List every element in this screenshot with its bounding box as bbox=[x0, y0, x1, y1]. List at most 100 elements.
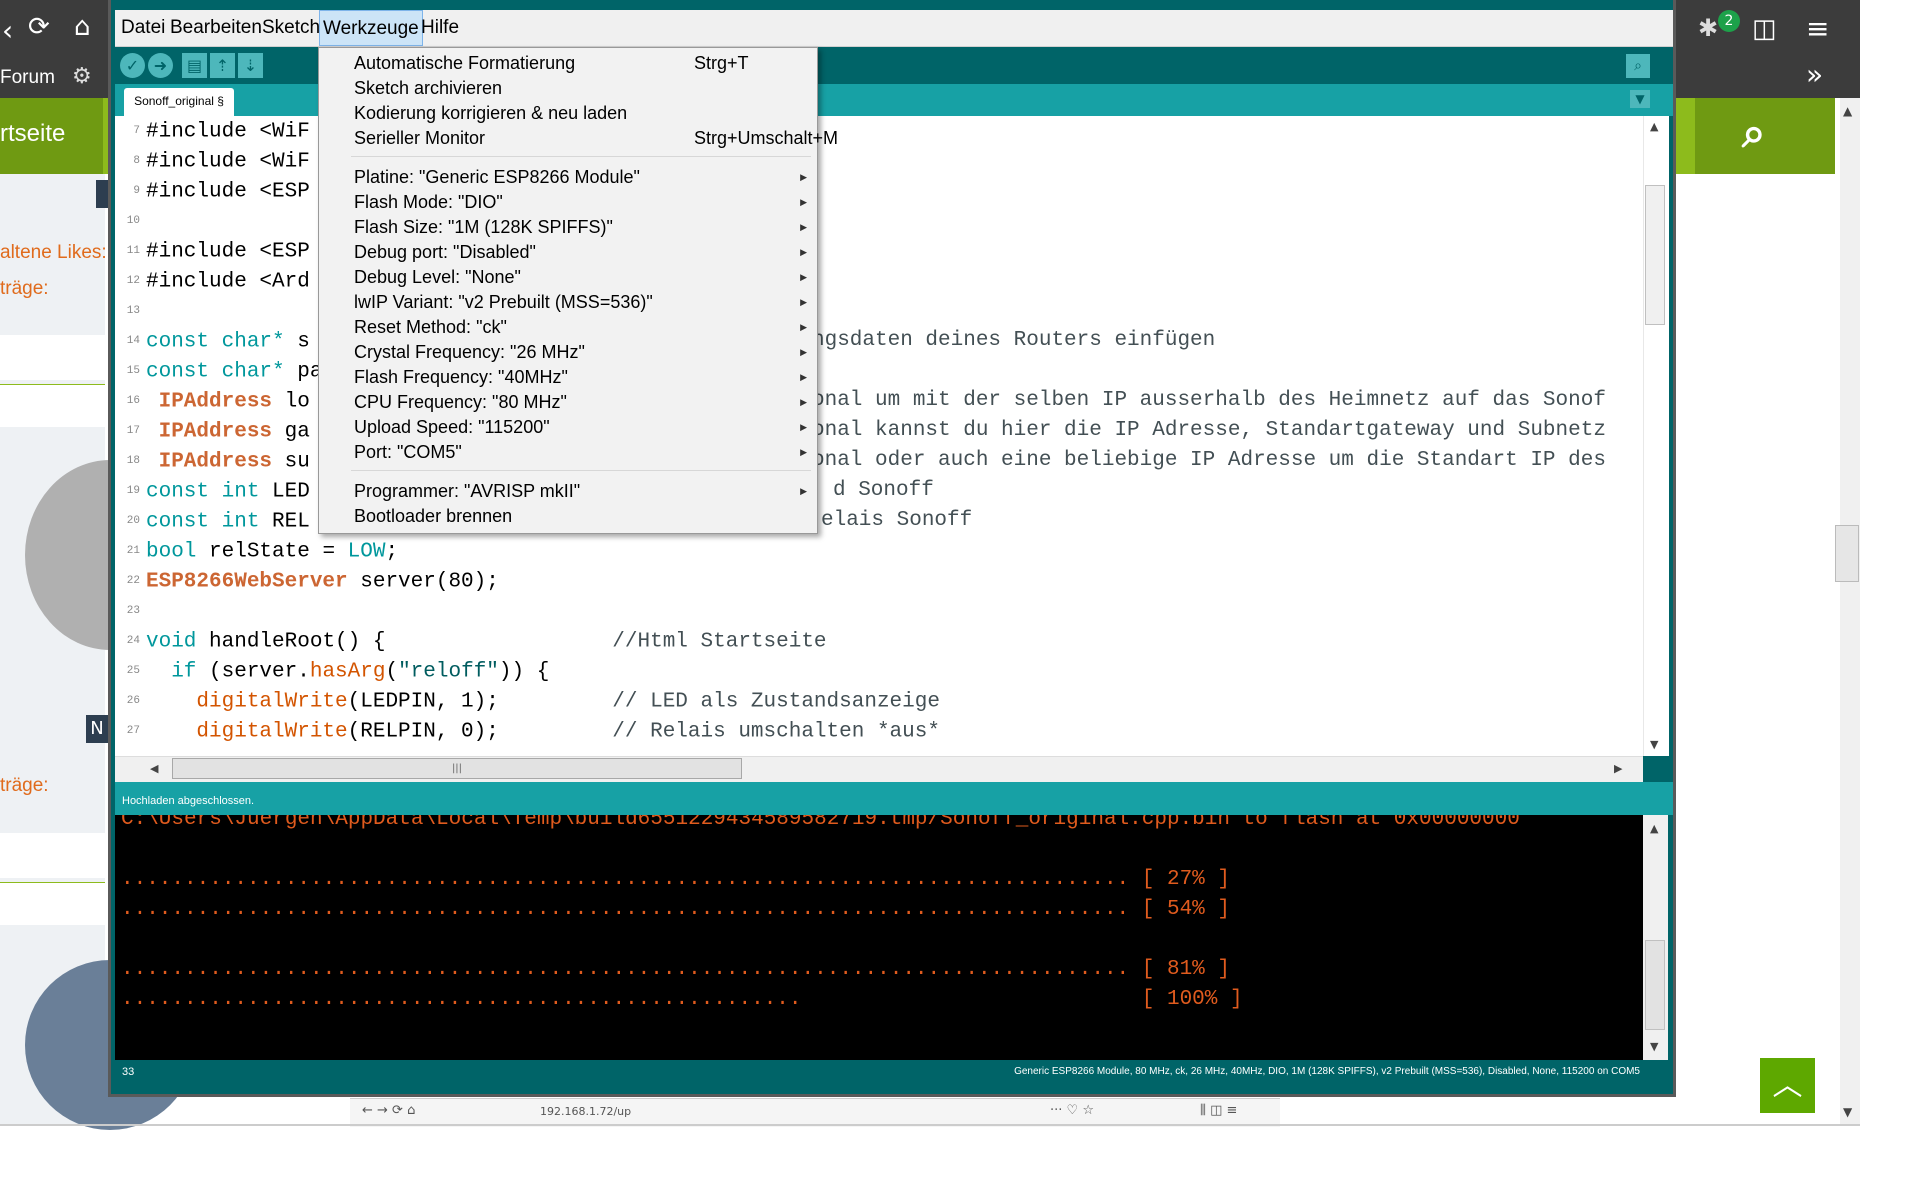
menu-werkzeuge[interactable]: Werkzeuge bbox=[319, 10, 423, 46]
menu-separator bbox=[351, 156, 811, 157]
open-file-icon[interactable]: ⇡ bbox=[210, 53, 235, 78]
code-line: 9 #include <ESP bbox=[133, 180, 310, 204]
embedded-menu-icon: ⫼ ◫ ≡ bbox=[1200, 1103, 1238, 1118]
console-scroll-down-icon[interactable]: ▼ bbox=[1650, 1040, 1658, 1053]
submenu-arrow-icon: ▶ bbox=[800, 486, 807, 496]
menu-item-archive-sketch[interactable]: Sketch archivieren bbox=[354, 76, 809, 101]
console-scroll-up-icon[interactable]: ▲ bbox=[1650, 822, 1658, 835]
code-line: 22 ESP8266WebServer server(80); bbox=[126, 570, 499, 594]
console-line: ........................................… bbox=[121, 988, 1243, 1011]
search-icon[interactable]: ⌕ bbox=[1742, 108, 1766, 158]
code-line: 16 IPAddress lo onal um mit der selben IP… bbox=[126, 389, 1606, 414]
menu-item-programmer[interactable]: Programmer: "AVRISP mkII" ▶ bbox=[354, 479, 809, 504]
scroll-down-icon[interactable]: ▼ bbox=[1843, 1105, 1852, 1119]
verify-icon[interactable]: ✓ bbox=[120, 53, 145, 78]
editor-vertical-scroll-thumb[interactable] bbox=[1645, 185, 1665, 325]
sidebar-toggle-icon[interactable]: ◫ bbox=[1752, 14, 1777, 44]
embedded-tools-icon: ··· ♡ ☆ bbox=[1050, 1103, 1094, 1118]
chevron-up-icon: ︿ bbox=[1772, 1068, 1803, 1103]
sidebar-row bbox=[0, 833, 105, 878]
menu-datei[interactable]: Datei bbox=[121, 10, 165, 46]
tab-sonoff-original[interactable]: Sonoff_original § bbox=[124, 88, 234, 116]
submenu-arrow-icon: ▶ bbox=[800, 197, 807, 207]
tab-menu-chevron-down-icon[interactable]: ▼ bbox=[1630, 90, 1650, 108]
editor-scroll-left-icon[interactable]: ◀ bbox=[150, 762, 158, 775]
page-scrollbar[interactable] bbox=[1840, 98, 1860, 1124]
editor-scroll-up-icon[interactable]: ▲ bbox=[1650, 120, 1658, 133]
back-arrow-icon[interactable]: ‹ bbox=[2, 14, 13, 47]
forum-nav-startseite[interactable]: rtseite bbox=[0, 120, 65, 148]
menu-item-flash-size[interactable]: Flash Size: "1M (128K SPIFFS)" ▶ bbox=[354, 215, 809, 240]
menu-item-upload-speed[interactable]: Upload Speed: "115200" ▶ bbox=[354, 415, 809, 440]
menu-item-burn-bootloader[interactable]: Bootloader brennen bbox=[354, 504, 809, 529]
output-console[interactable]: C:\Users\Juergen\AppData\Local\Temp\buil… bbox=[115, 815, 1643, 1060]
code-line: 19 const int LED d Sonoff bbox=[126, 479, 934, 504]
console-line: ........................................… bbox=[121, 868, 1230, 891]
submenu-arrow-icon: ▶ bbox=[800, 247, 807, 257]
overflow-chevron-icon[interactable]: » bbox=[1806, 58, 1823, 91]
menu-item-debug-port[interactable]: Debug port: "Disabled" ▶ bbox=[354, 240, 809, 265]
cursor-line-number: 33 bbox=[122, 1066, 135, 1078]
menu-icon[interactable]: ≡ bbox=[1806, 12, 1829, 45]
code-line: 25 if (server.hasArg("reloff")) { bbox=[126, 660, 550, 684]
menu-item-crystal-frequency[interactable]: Crystal Frequency: "26 MHz" ▶ bbox=[354, 340, 809, 365]
status-message: Hochladen abgeschlossen. bbox=[122, 795, 255, 807]
extension-icon[interactable]: ✱ bbox=[1698, 14, 1718, 42]
editor-scroll-right-icon[interactable]: ▶ bbox=[1614, 762, 1622, 775]
posts-label: träge: bbox=[0, 278, 49, 299]
submenu-arrow-icon: ▶ bbox=[800, 172, 807, 182]
upload-icon[interactable]: ➜ bbox=[148, 53, 173, 78]
menu-sketch[interactable]: Sketch bbox=[262, 10, 320, 46]
code-line: 10 bbox=[126, 215, 140, 227]
menu-item-flash-mode[interactable]: Flash Mode: "DIO" ▶ bbox=[354, 190, 809, 215]
notification-badge: 2 bbox=[1718, 10, 1740, 32]
code-line: 11 #include <ESP bbox=[126, 240, 310, 264]
menu-item-reset-method[interactable]: Reset Method: "ck" ▶ bbox=[354, 315, 809, 340]
code-line: 8 #include <WiF bbox=[133, 150, 310, 174]
menu-separator bbox=[351, 470, 811, 471]
code-line: 13 bbox=[126, 305, 140, 317]
page-scrollbar-thumb[interactable] bbox=[1835, 525, 1859, 582]
console-line: ........................................… bbox=[121, 958, 1230, 981]
menu-item-fix-encoding[interactable]: Kodierung korrigieren & neu laden bbox=[354, 101, 809, 126]
console-line: ........................................… bbox=[121, 898, 1230, 921]
likes-label: altene Likes: bbox=[0, 242, 107, 263]
editor-scroll-down-icon[interactable]: ▼ bbox=[1650, 738, 1658, 751]
editor-horizontal-scroll-thumb[interactable]: ||| bbox=[172, 758, 742, 779]
menu-item-cpu-frequency[interactable]: CPU Frequency: "80 MHz" ▶ bbox=[354, 390, 809, 415]
werkzeuge-dropdown-menu: Automatische Formatierung Strg+T Sketch a… bbox=[318, 47, 838, 534]
serial-monitor-icon[interactable]: ⌕ bbox=[1626, 54, 1650, 78]
new-file-icon[interactable]: ▤ bbox=[182, 53, 207, 78]
back-to-top-button[interactable]: ︿ bbox=[1760, 1058, 1815, 1113]
menu-bearbeiten[interactable]: Bearbeiten bbox=[170, 10, 262, 46]
submenu-arrow-icon: ▶ bbox=[800, 297, 807, 307]
menu-item-board[interactable]: Platine: "Generic ESP8266 Module" ▶ bbox=[354, 165, 809, 190]
embedded-address: 192.168.1.72/up bbox=[540, 1105, 632, 1118]
save-file-icon[interactable]: ⇣ bbox=[238, 53, 263, 78]
code-line: 18 IPAddress su onal oder auch eine belie… bbox=[126, 449, 1606, 474]
menu-item-flash-frequency[interactable]: Flash Frequency: "40MHz" ▶ bbox=[354, 365, 809, 390]
submenu-arrow-icon: ▶ bbox=[800, 447, 807, 457]
code-line: 12 #include <Ard bbox=[126, 270, 310, 294]
sidebar-row bbox=[0, 384, 105, 427]
code-line: 7 #include <WiF bbox=[133, 120, 310, 144]
scroll-up-icon[interactable]: ▲ bbox=[1843, 104, 1852, 118]
menu-item-debug-level[interactable]: Debug Level: "None" ▶ bbox=[354, 265, 809, 290]
embedded-browser-bar: ← → ⟳ ⌂ 192.168.1.72/up ··· ♡ ☆ ⫼ ◫ ≡ bbox=[350, 1098, 1280, 1127]
code-line: 27 digitalWrite(RELPIN, 0); // Relais um… bbox=[126, 720, 940, 744]
status-strip bbox=[115, 782, 1673, 815]
code-line: 21 bool relState = LOW; bbox=[126, 540, 399, 564]
console-vertical-scroll-thumb[interactable] bbox=[1645, 940, 1665, 1030]
home-icon[interactable]: ⌂ bbox=[74, 12, 91, 42]
forum-link[interactable]: Forum bbox=[0, 67, 55, 89]
code-line: 23 bbox=[126, 605, 140, 617]
submenu-arrow-icon: ▶ bbox=[800, 222, 807, 232]
menu-bar: Datei Bearbeiten Sketch Werkzeuge Hilfe bbox=[115, 10, 1673, 47]
menu-item-lwip-variant[interactable]: lwIP Variant: "v2 Prebuilt (MSS=536)" ▶ bbox=[354, 290, 809, 315]
reload-icon[interactable]: ⟳ bbox=[28, 12, 50, 42]
menu-item-auto-format[interactable]: Automatische Formatierung Strg+T bbox=[354, 51, 809, 76]
code-line: 26 digitalWrite(LEDPIN, 1); // LED als Z… bbox=[126, 690, 940, 714]
menu-hilfe[interactable]: Hilfe bbox=[421, 10, 459, 46]
menu-item-serial-monitor[interactable]: Serieller Monitor Strg+Umschalt+M bbox=[354, 126, 838, 151]
menu-item-port[interactable]: Port: "COM5" ▶ bbox=[354, 440, 809, 465]
